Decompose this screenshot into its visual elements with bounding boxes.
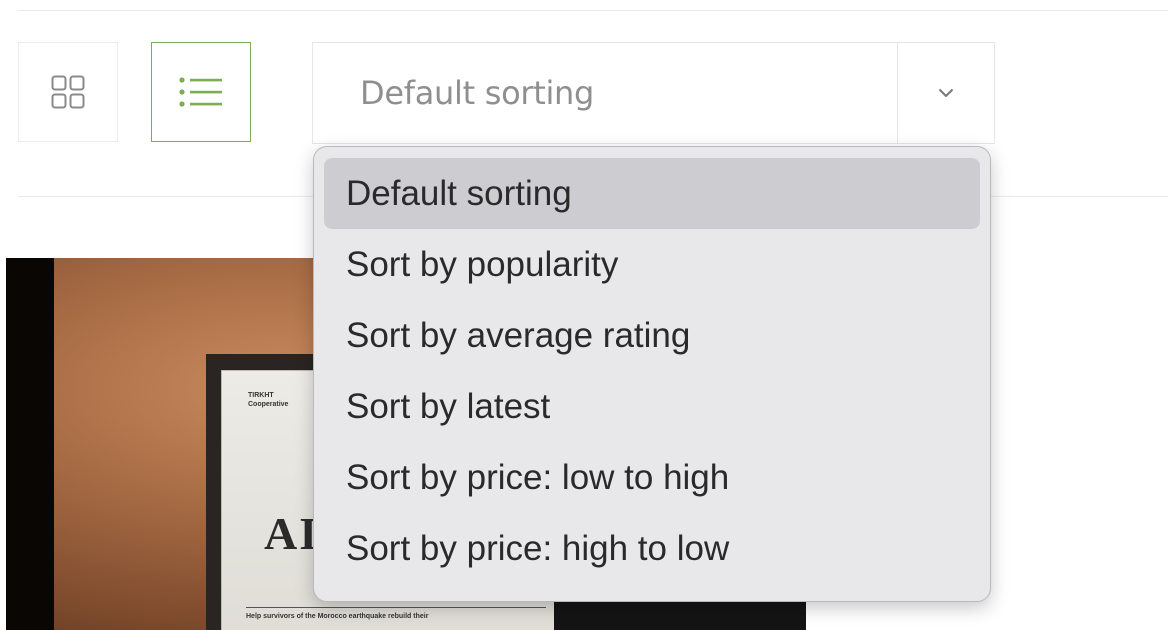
list-view-button[interactable] — [151, 42, 251, 142]
bag-label-coop-text: TIRKHT Cooperative — [248, 392, 289, 408]
sort-current-value: Default sorting — [360, 74, 595, 112]
list-icon — [179, 77, 222, 107]
grid-view-button[interactable] — [18, 42, 118, 142]
shop-page: Default sorting TIRKHT Cooperative AI Hel… — [0, 0, 1168, 630]
bag-label-title: AI — [264, 508, 320, 559]
sort-option-popularity[interactable]: Sort by popularity — [324, 229, 980, 300]
sort-option-default[interactable]: Default sorting — [324, 158, 980, 229]
sort-option-latest[interactable]: Sort by latest — [324, 371, 980, 442]
bag-label-footer: Help survivors of the Morocco earthquake… — [246, 607, 546, 621]
chevron-down-icon — [938, 88, 954, 98]
sort-option-rating[interactable]: Sort by average rating — [324, 300, 980, 371]
sort-option-price-asc[interactable]: Sort by price: low to high — [324, 442, 980, 513]
sort-select[interactable]: Default sorting — [312, 42, 995, 144]
sort-dropdown-menu: Default sorting Sort by popularity Sort … — [313, 146, 991, 602]
top-divider — [18, 10, 1168, 11]
grid-icon — [51, 75, 85, 109]
sort-option-price-desc[interactable]: Sort by price: high to low — [324, 513, 980, 584]
sort-arrow-button[interactable] — [897, 43, 994, 143]
